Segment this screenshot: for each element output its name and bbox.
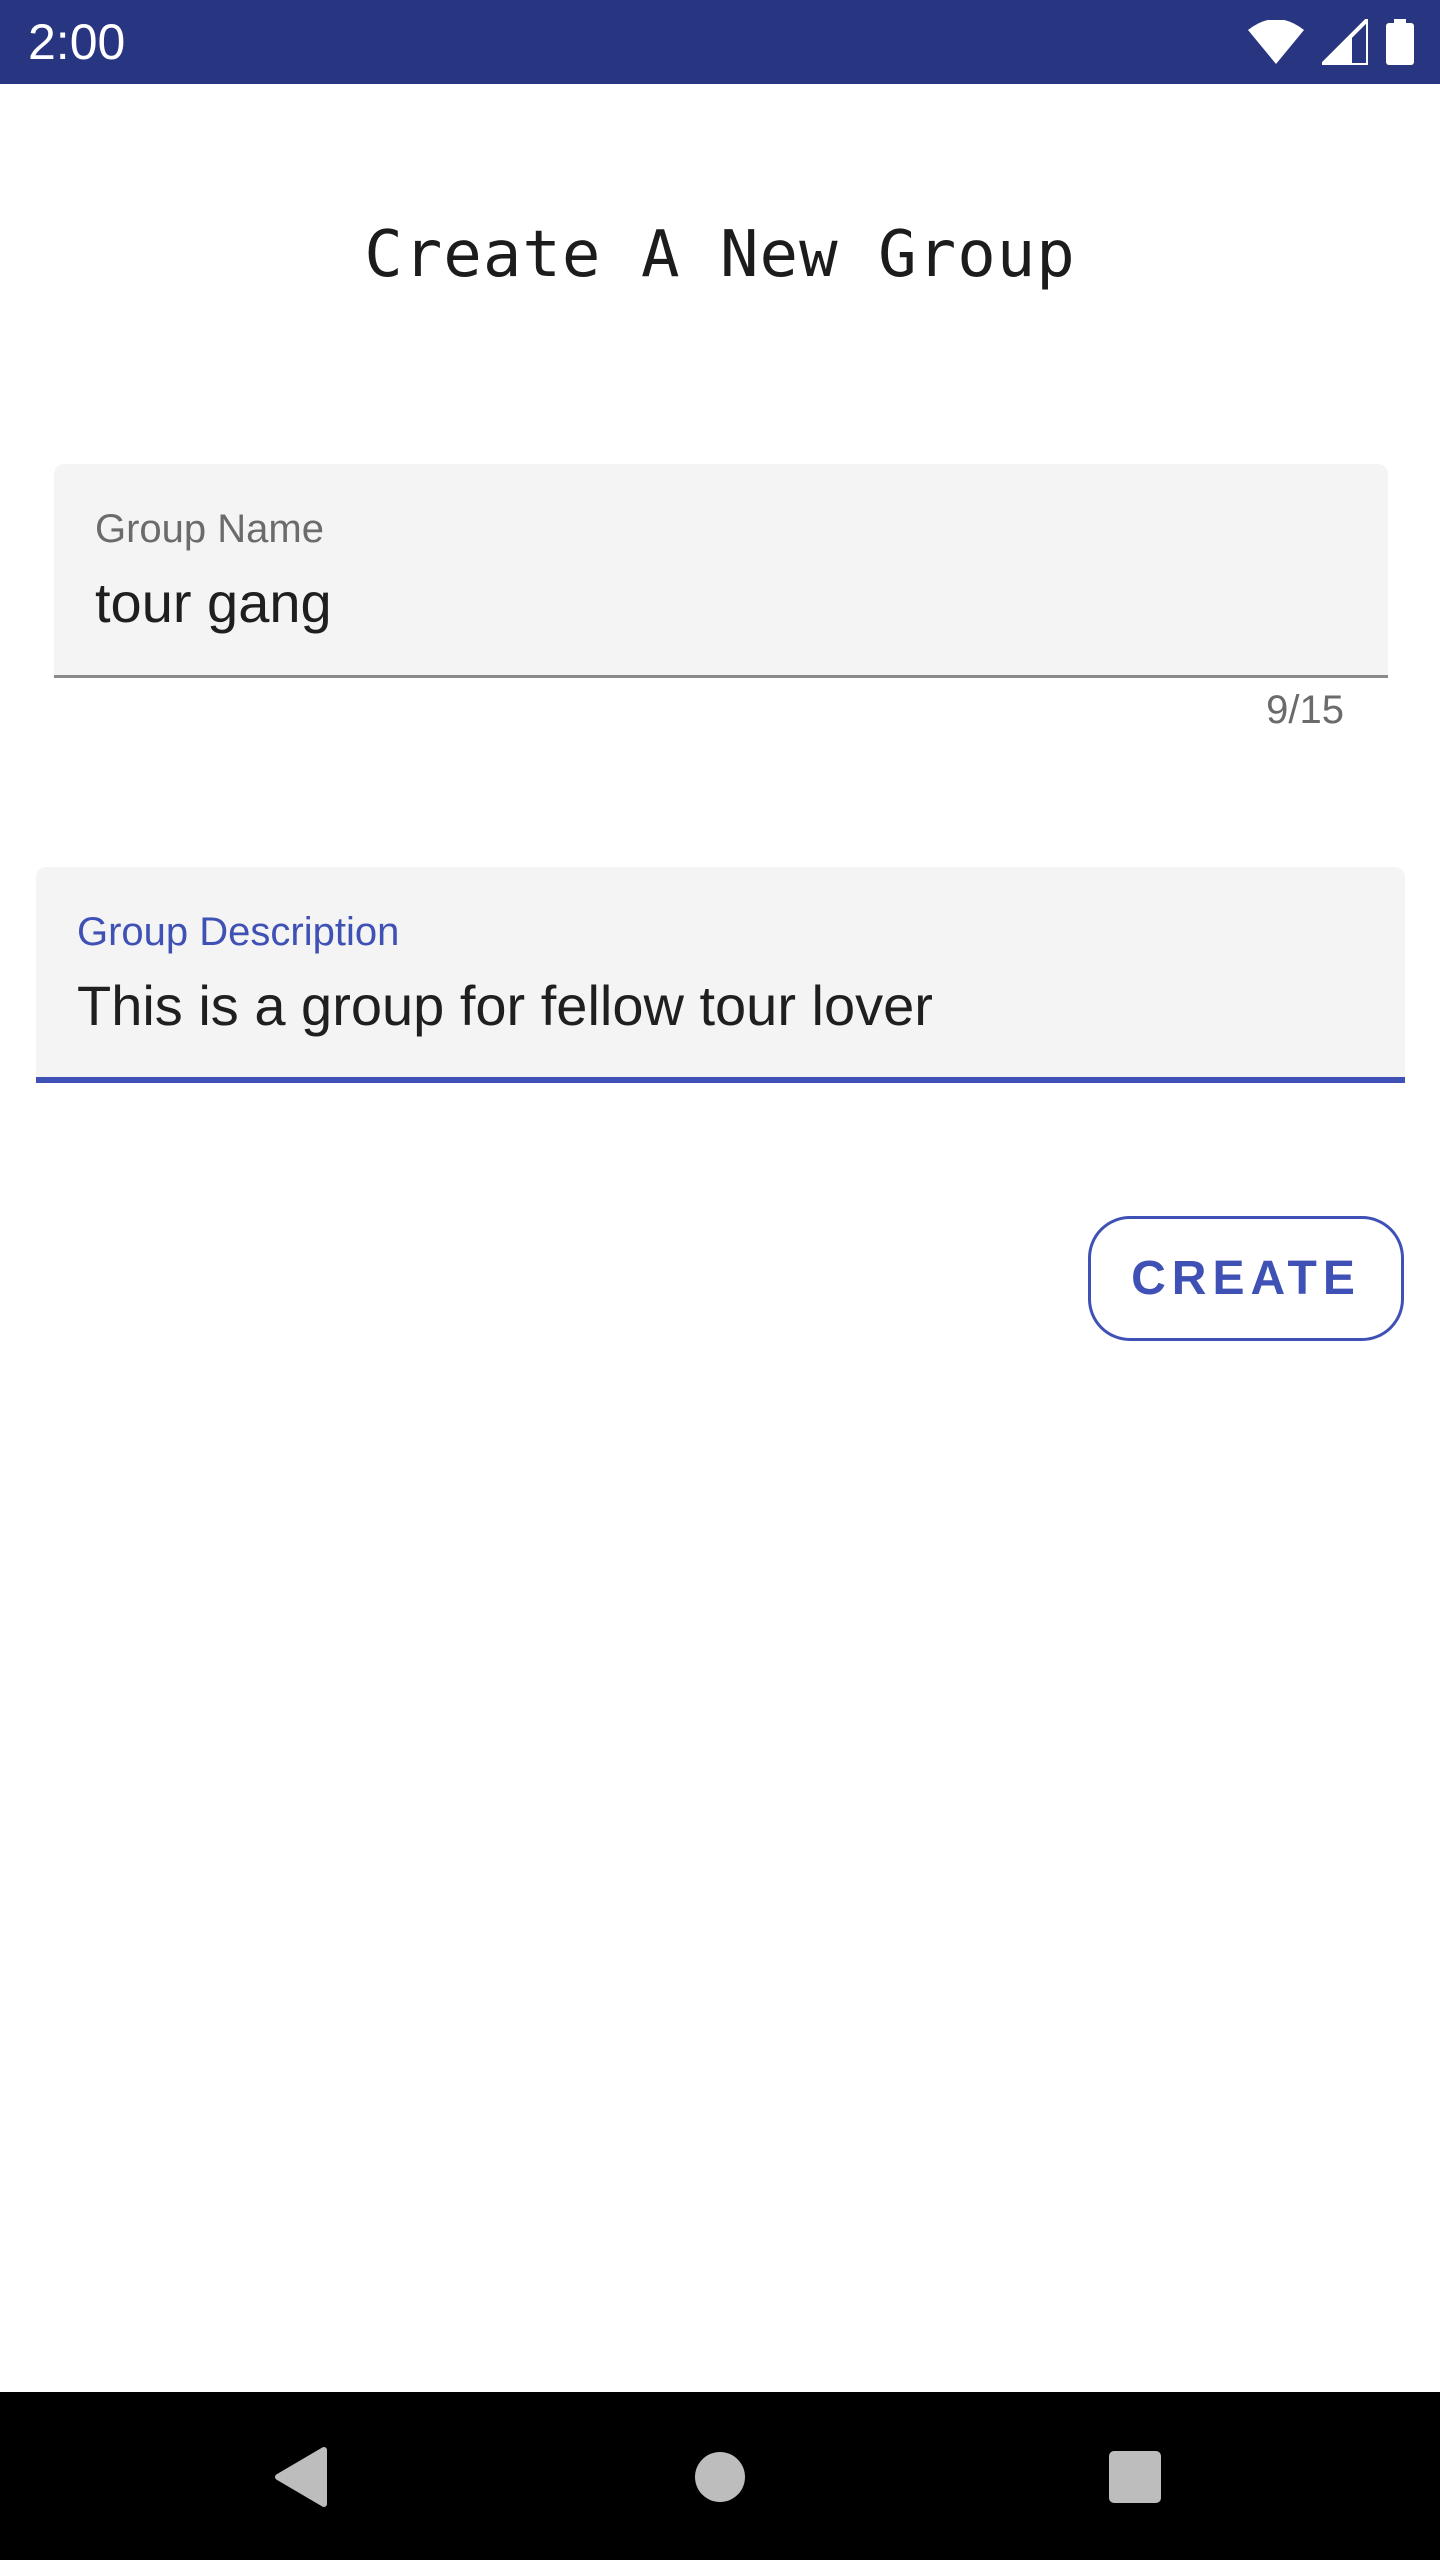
- group-name-char-counter: 9/15: [1266, 688, 1344, 732]
- wifi-icon: [1248, 20, 1304, 64]
- back-icon: [272, 2446, 328, 2513]
- signal-icon: [1322, 19, 1368, 65]
- status-time: 2:00: [28, 14, 126, 70]
- group-name-input[interactable]: tour gang: [95, 568, 332, 638]
- group-name-field[interactable]: Group Name tour gang: [54, 464, 1388, 678]
- status-icons: [1248, 16, 1414, 68]
- battery-icon: [1386, 19, 1414, 65]
- home-icon: [694, 2451, 746, 2508]
- recents-button[interactable]: [1090, 2434, 1180, 2524]
- group-description-field[interactable]: Group Description This is a group for fe…: [36, 867, 1405, 1083]
- navigation-bar: [0, 2392, 1440, 2560]
- group-description-input[interactable]: This is a group for fellow tour lover: [77, 971, 933, 1041]
- back-button[interactable]: [255, 2434, 345, 2524]
- create-button[interactable]: CREATE: [1088, 1216, 1404, 1341]
- home-button[interactable]: [675, 2434, 765, 2524]
- page-title: Create A New Group: [364, 218, 1076, 292]
- recents-icon: [1108, 2450, 1162, 2509]
- group-description-label: Group Description: [77, 910, 400, 954]
- status-bar: 2:00: [0, 0, 1440, 84]
- group-name-label: Group Name: [95, 507, 324, 551]
- create-group-screen: 2:00 Create A New Group Group Name tour …: [0, 0, 1440, 2560]
